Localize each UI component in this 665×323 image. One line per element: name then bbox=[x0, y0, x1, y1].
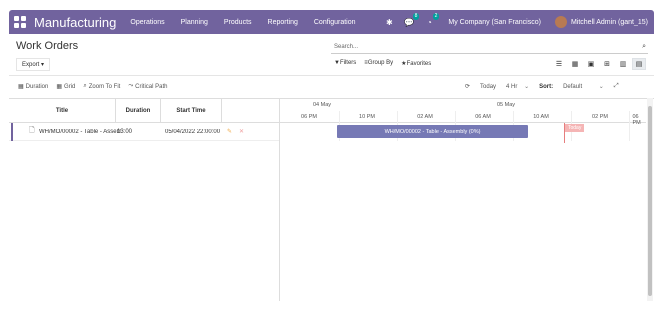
chat-icon[interactable]: 💬 8 bbox=[404, 13, 420, 27]
refresh-icon[interactable]: ⟳ bbox=[465, 83, 470, 90]
search-placeholder: Search... bbox=[334, 43, 359, 50]
zoom-to-fit-button[interactable]: ⌕ Zoom To Fit bbox=[83, 83, 120, 90]
page-title: Work Orders bbox=[16, 40, 79, 52]
gantt-view-icon[interactable]: ▤ bbox=[632, 58, 646, 70]
scale-value: 4 Hr bbox=[506, 84, 518, 90]
arrow-icon: ⤳ bbox=[128, 83, 134, 89]
grid-splitter[interactable] bbox=[279, 99, 280, 301]
delete-icon[interactable]: ✕ bbox=[239, 128, 244, 135]
hour-label: 06 AM bbox=[475, 114, 491, 120]
today-badge: Today bbox=[565, 124, 585, 132]
column-start-time[interactable]: Start Time bbox=[161, 99, 222, 122]
activity-badge: 2 bbox=[432, 13, 440, 20]
hour-label: 02 PM bbox=[592, 114, 608, 120]
duration-button[interactable]: ▦ Duration bbox=[18, 83, 49, 91]
date-label: 05 May bbox=[497, 102, 516, 108]
column-duration[interactable]: Duration bbox=[116, 99, 161, 122]
grid-label: Grid bbox=[64, 83, 76, 90]
groupby-button[interactable]: ≡Group By bbox=[364, 60, 393, 67]
date-label: 04 May bbox=[313, 102, 332, 108]
gantt-chart: Title Duration Start Time 🗋 WH/MO/00002 … bbox=[9, 98, 654, 301]
hour-label: 02 AM bbox=[417, 114, 433, 120]
groupby-label: Group By bbox=[367, 60, 394, 66]
critical-label: Critical Path bbox=[135, 83, 168, 90]
search-icon[interactable]: ⌕ bbox=[642, 43, 646, 51]
chevron-down-icon: ⌄ bbox=[524, 84, 530, 90]
top-navbar: Manufacturing Operations Planning Produc… bbox=[9, 10, 654, 34]
zoom-icon: ⌕ bbox=[83, 83, 87, 89]
row-title: WH/MO/00002 - Table - Assembly bbox=[39, 128, 121, 135]
row-selection-bar bbox=[11, 123, 13, 141]
expand-icon[interactable]: ⤢ bbox=[614, 83, 619, 90]
menu-planning[interactable]: Planning bbox=[181, 19, 208, 26]
user-menu[interactable]: Mitchell Admin (gant_15) bbox=[571, 19, 648, 26]
calendar-view-icon[interactable]: ▣ bbox=[584, 58, 598, 70]
favorites-button[interactable]: ★Favorites bbox=[401, 60, 431, 67]
apps-menu-icon[interactable] bbox=[14, 16, 26, 28]
export-label: Export bbox=[22, 62, 40, 68]
bug-icon[interactable]: ✱ bbox=[384, 17, 394, 27]
duration-icon: ▦ bbox=[18, 84, 24, 90]
kanban-view-icon[interactable]: ▦ bbox=[568, 58, 582, 70]
hour-label: 10 PM bbox=[359, 114, 375, 120]
gantt-task-bar[interactable]: WH/MO/00002 - Table - Assembly (0%) bbox=[337, 125, 528, 138]
date-header: 04 May 05 May bbox=[280, 99, 646, 111]
scale-select[interactable]: 4 Hr ⌄ bbox=[506, 83, 529, 90]
hour-label: 06 PM bbox=[301, 114, 317, 120]
list-view-icon[interactable]: ☰ bbox=[552, 58, 566, 70]
chevron-down-icon: ⌄ bbox=[598, 84, 604, 90]
hour-label: 10 AM bbox=[533, 114, 549, 120]
table-row[interactable]: 🗋 WH/MO/00002 - Table - Assembly 13:00 0… bbox=[9, 123, 279, 141]
today-button[interactable]: Today bbox=[480, 84, 496, 90]
vertical-scrollbar[interactable] bbox=[647, 98, 653, 301]
favorites-label: Favorites bbox=[406, 61, 432, 67]
app-brand[interactable]: Manufacturing bbox=[34, 15, 116, 30]
column-title[interactable]: Title bbox=[9, 99, 116, 122]
menu-configuration[interactable]: Configuration bbox=[314, 19, 356, 26]
export-button[interactable]: Export ▾ bbox=[16, 58, 51, 71]
critical-path-button[interactable]: ⤳ Critical Path bbox=[128, 83, 167, 90]
hour-label: 06 PM bbox=[632, 114, 641, 126]
search-input[interactable]: Search... ⌕ bbox=[331, 40, 648, 54]
grid-button[interactable]: ▦ Grid bbox=[56, 83, 76, 91]
grid-icon: ▦ bbox=[56, 84, 63, 90]
document-icon: 🗋 bbox=[29, 127, 35, 134]
company-switcher[interactable]: My Company (San Francisco) bbox=[448, 19, 541, 26]
row-duration: 13:00 bbox=[117, 128, 133, 135]
hour-header: 06 PM 10 PM 02 AM 06 AM 10 AM 02 PM 06 P… bbox=[280, 111, 646, 126]
activity-icon[interactable]: ◔ 2 bbox=[424, 13, 440, 27]
menu-operations[interactable]: Operations bbox=[130, 19, 164, 26]
menu-reporting[interactable]: Reporting bbox=[268, 19, 298, 26]
sort-value: Default bbox=[563, 84, 583, 90]
filters-button[interactable]: ▼Filters bbox=[334, 60, 356, 67]
sort-label: Sort: bbox=[539, 83, 554, 90]
menu-products[interactable]: Products bbox=[224, 19, 252, 26]
filters-label: Filters bbox=[339, 60, 357, 66]
duration-label: Duration bbox=[25, 83, 49, 90]
edit-icon[interactable]: ✎ bbox=[227, 128, 232, 135]
chat-badge: 8 bbox=[412, 13, 420, 20]
zoom-label: Zoom To Fit bbox=[88, 83, 121, 90]
divider bbox=[9, 75, 654, 76]
sort-select[interactable]: Default ⌄ bbox=[563, 83, 604, 90]
grid-line bbox=[629, 111, 630, 141]
pivot-view-icon[interactable]: ⊞ bbox=[600, 58, 614, 70]
graph-view-icon[interactable]: ▥ bbox=[616, 58, 630, 70]
scrollbar-thumb[interactable] bbox=[648, 106, 652, 296]
row-start-time: 05/04/2022 22:00:00 bbox=[165, 128, 221, 135]
avatar[interactable] bbox=[554, 16, 567, 28]
grid-header: Title Duration Start Time bbox=[9, 99, 279, 123]
